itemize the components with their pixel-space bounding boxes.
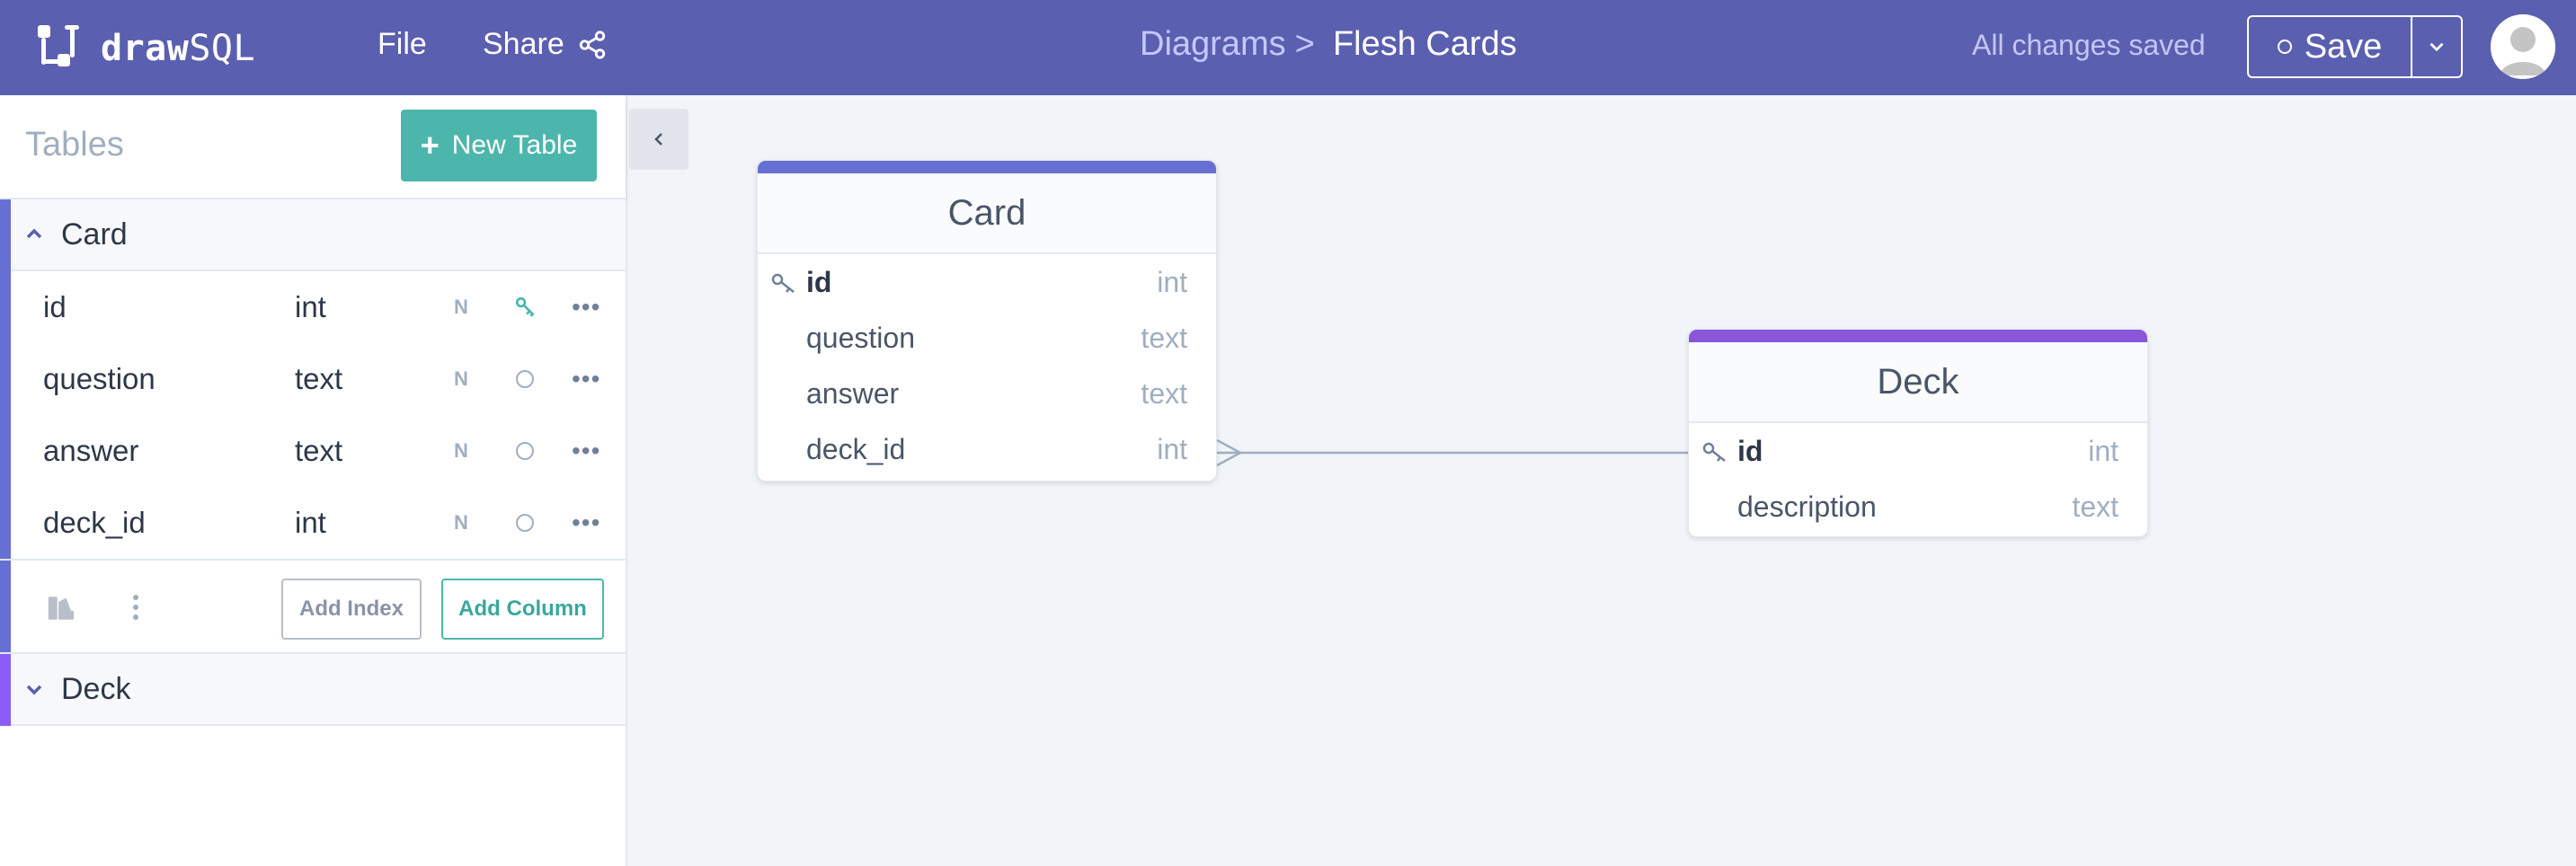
er-field-row[interactable]: description text — [1689, 479, 2147, 535]
er-field-type: text — [2072, 490, 2119, 523]
column-more-options-icon[interactable]: ••• — [572, 438, 600, 464]
collapse-sidebar-button[interactable] — [629, 109, 688, 170]
app-name: drawSQL — [101, 28, 256, 69]
column-more-options-icon[interactable]: ••• — [572, 367, 600, 392]
er-field-type: int — [2088, 435, 2119, 467]
table-color-icon[interactable] — [45, 593, 77, 628]
add-column-button[interactable]: Add Column — [441, 579, 604, 640]
save-status-dot-icon — [2277, 40, 2292, 54]
er-field-type: int — [1157, 266, 1187, 298]
share-menu[interactable]: Share — [483, 27, 608, 62]
er-field-type: text — [1141, 322, 1187, 354]
sidebar-title: Tables — [25, 126, 124, 163]
diagram-title[interactable]: Flesh Cards — [1333, 25, 1517, 64]
sidebar-table-deck: Deck — [0, 654, 626, 726]
table-name: Deck — [61, 671, 131, 706]
table-accent-bar — [0, 654, 11, 726]
column-more-options-icon[interactable]: ••• — [572, 510, 600, 535]
share-label: Share — [483, 27, 564, 61]
add-index-button[interactable]: Add Index — [281, 579, 422, 640]
er-field-name: answer — [806, 377, 900, 410]
er-field-name: id — [1737, 435, 1763, 467]
table-header-deck[interactable]: Deck — [0, 654, 626, 726]
er-table-title[interactable]: Deck — [1689, 330, 2147, 423]
user-icon — [2491, 14, 2555, 79]
er-table-card[interactable]: Card id int question text answer text de… — [757, 160, 1217, 482]
new-table-label: New Table — [451, 130, 578, 160]
er-table-deck[interactable]: Deck id int description text — [1688, 329, 2148, 537]
er-field-name: id — [806, 266, 832, 298]
save-button-label: Save — [2304, 27, 2383, 66]
table-options-kebab-icon[interactable] — [131, 593, 140, 626]
chevron-down-icon — [23, 678, 47, 700]
column-type[interactable]: text — [295, 434, 342, 468]
app-logo[interactable]: drawSQL — [36, 23, 255, 74]
er-field-row[interactable]: id int — [1689, 423, 2147, 479]
key-icon — [1701, 441, 1728, 467]
table-actions-footer: Add Index Add Column — [0, 559, 626, 654]
table-name: Card — [61, 216, 128, 252]
sidebar-table-card: Card id int N ••• question text N ••• an… — [0, 199, 626, 654]
er-field-row[interactable]: answer text — [758, 366, 1216, 421]
key-toggle-icon[interactable] — [516, 370, 534, 388]
chevron-up-icon — [23, 224, 47, 245]
share-icon — [579, 30, 605, 59]
file-menu[interactable]: File — [378, 27, 427, 62]
column-name[interactable]: id — [43, 290, 67, 324]
save-button-group: Save — [2247, 15, 2463, 78]
nullable-toggle[interactable]: N — [454, 367, 468, 391]
column-name[interactable]: question — [43, 362, 155, 396]
column-name[interactable]: deck_id — [43, 506, 146, 540]
primary-key-icon[interactable] — [514, 296, 537, 319]
new-table-button[interactable]: + New Table — [401, 110, 597, 181]
column-type[interactable]: text — [295, 362, 342, 396]
chevron-left-icon — [654, 133, 662, 146]
er-field-row[interactable]: deck_id int — [758, 421, 1216, 477]
breadcrumb-separator: > — [1294, 25, 1315, 63]
save-options-dropdown[interactable] — [2412, 17, 2461, 76]
er-table-title[interactable]: Card — [758, 161, 1216, 254]
column-row: deck_id int N ••• — [0, 487, 626, 559]
key-icon — [770, 272, 797, 298]
key-toggle-icon[interactable] — [516, 514, 534, 532]
er-field-name: question — [806, 322, 915, 354]
breadcrumb-diagrams-link[interactable]: Diagrams — [1140, 25, 1286, 64]
nullable-toggle[interactable]: N — [454, 296, 468, 319]
sidebar-header: Tables + New Table — [0, 95, 626, 199]
er-field-name: deck_id — [806, 433, 906, 465]
column-type[interactable]: int — [295, 506, 326, 540]
key-toggle-icon[interactable] — [516, 442, 534, 460]
er-field-row[interactable]: question text — [758, 310, 1216, 366]
column-more-options-icon[interactable]: ••• — [572, 295, 600, 320]
chevron-down-icon — [2429, 42, 2444, 52]
er-field-name: description — [1737, 490, 1877, 523]
er-field-type: int — [1157, 433, 1187, 465]
save-button[interactable]: Save — [2249, 17, 2412, 76]
er-field-type: text — [1141, 377, 1187, 410]
er-field-row[interactable]: id int — [758, 254, 1216, 310]
user-avatar[interactable] — [2491, 14, 2555, 79]
relationship-line[interactable] — [1204, 431, 1708, 467]
top-navigation-bar: drawSQL File Share Diagrams > Flesh Card… — [0, 0, 2576, 95]
table-header-card[interactable]: Card — [0, 199, 626, 271]
nullable-toggle[interactable]: N — [454, 439, 468, 463]
save-status-text: All changes saved — [1972, 29, 2206, 61]
plus-icon: + — [420, 127, 440, 163]
tables-sidebar: Tables + New Table Card id int N ••• que… — [0, 95, 627, 866]
column-row: answer text N ••• — [0, 415, 626, 487]
logo-icon — [36, 23, 86, 74]
column-row: id int N ••• — [0, 271, 626, 343]
column-name[interactable]: answer — [43, 434, 138, 468]
column-type[interactable]: int — [295, 290, 326, 324]
column-row: question text N ••• — [0, 343, 626, 415]
nullable-toggle[interactable]: N — [454, 511, 468, 535]
breadcrumb: Diagrams > Flesh Cards — [1140, 25, 1517, 64]
